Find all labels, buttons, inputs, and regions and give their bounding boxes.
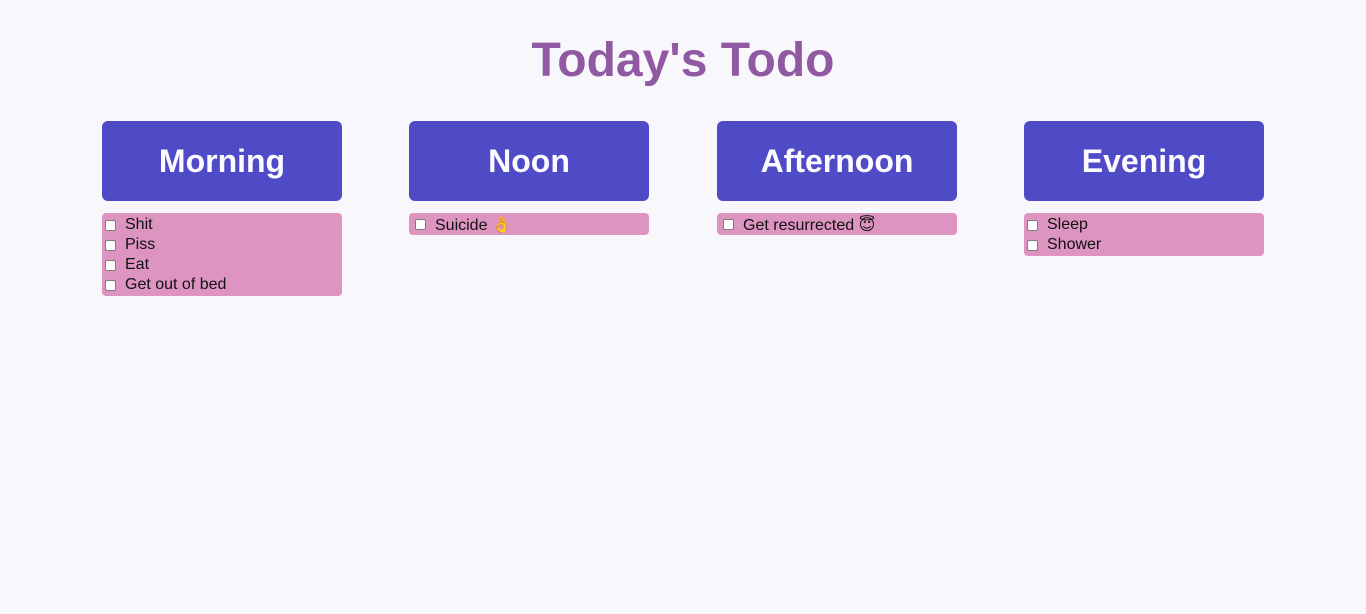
todo-list: Get resurrected 😇 bbox=[717, 213, 957, 235]
checkbox[interactable] bbox=[1027, 219, 1038, 231]
todo-item-label: Sleep bbox=[1047, 216, 1088, 233]
todo-item[interactable]: Piss bbox=[105, 235, 338, 255]
column-header: Afternoon bbox=[717, 121, 957, 201]
column-afternoon: Afternoon Get resurrected 😇 bbox=[717, 121, 957, 235]
todo-item-label: Piss bbox=[125, 236, 156, 253]
todo-list: Suicide 👌 bbox=[409, 213, 649, 235]
todo-item[interactable]: Shower bbox=[1027, 235, 1260, 255]
todo-item-label: Shit bbox=[125, 216, 153, 233]
checkbox[interactable] bbox=[723, 219, 734, 230]
todo-item-label: Eat bbox=[125, 256, 150, 273]
todo-item[interactable]: Suicide 👌 bbox=[412, 214, 645, 235]
todo-item-label: Shower bbox=[1047, 236, 1102, 253]
todo-item[interactable]: Sleep bbox=[1027, 215, 1260, 235]
todo-item[interactable]: Shit bbox=[105, 215, 338, 235]
column-header: Noon bbox=[409, 121, 649, 201]
column-header: Evening bbox=[1024, 121, 1264, 201]
checkbox[interactable] bbox=[105, 259, 116, 271]
checkbox[interactable] bbox=[1027, 239, 1038, 251]
todo-item-label: Get out of bed bbox=[125, 276, 227, 293]
checkbox[interactable] bbox=[105, 279, 116, 291]
todo-item[interactable]: Get out of bed bbox=[105, 275, 338, 295]
column-morning: Morning Shit Piss Eat Get out of bed bbox=[102, 121, 342, 296]
column-evening: Evening Sleep Shower bbox=[1024, 121, 1264, 256]
todo-item-label: Suicide 👌 bbox=[435, 216, 512, 234]
page-title: Today's Todo bbox=[531, 34, 835, 87]
todo-list: Sleep Shower bbox=[1024, 213, 1264, 256]
todo-item-label: Get resurrected 😇 bbox=[743, 216, 876, 234]
column-noon: Noon Suicide 👌 bbox=[409, 121, 649, 235]
column-header: Morning bbox=[102, 121, 342, 201]
todo-list: Shit Piss Eat Get out of bed bbox=[102, 213, 342, 296]
todo-item[interactable]: Get resurrected 😇 bbox=[720, 214, 953, 235]
checkbox[interactable] bbox=[105, 219, 116, 231]
checkbox[interactable] bbox=[415, 219, 426, 230]
todo-item[interactable]: Eat bbox=[105, 255, 338, 275]
checkbox[interactable] bbox=[105, 239, 116, 251]
